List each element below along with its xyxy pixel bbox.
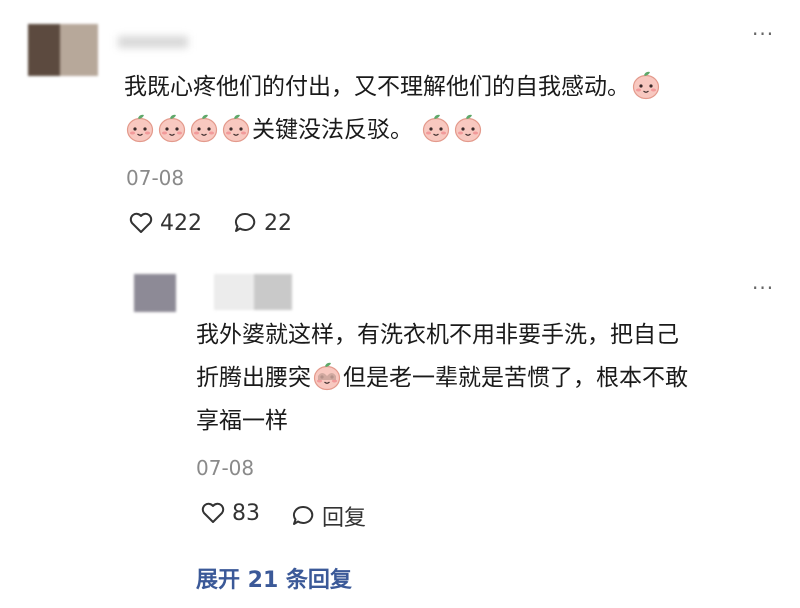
expand-replies-link[interactable]: 展开 21 条回复 xyxy=(196,562,352,594)
peach-face-emoji xyxy=(454,114,482,143)
avatar-block-dark xyxy=(28,24,60,76)
like-count: 422 xyxy=(160,210,202,236)
peach-face-emoji xyxy=(126,114,154,143)
reply-like-button[interactable]: 83 xyxy=(200,500,260,526)
avatar[interactable] xyxy=(28,24,98,76)
comment-text: 我既心疼他们的付出，又不理解他们的自我感动。 关键没法反驳。 xyxy=(124,66,784,152)
comment-bubble-icon xyxy=(292,505,314,525)
comment-date: 07-08 xyxy=(126,166,185,190)
heart-icon xyxy=(201,502,225,523)
peach-face-emoji xyxy=(158,114,186,143)
reply-more-dots-icon[interactable]: ··· xyxy=(752,276,774,300)
reply-button[interactable]: 回复 xyxy=(290,500,366,532)
reply-text-line2a: 折腾出腰突 xyxy=(196,365,311,391)
comment-bubble-icon xyxy=(234,212,256,232)
name-block-light xyxy=(214,274,254,310)
peach-face-emoji xyxy=(632,71,660,100)
peach-face-emoji xyxy=(222,114,250,143)
reply-like-count: 83 xyxy=(232,500,260,526)
reply-text-line2b: 但是老一辈就是苦惯了，根本不敢 xyxy=(343,365,688,391)
avatar-block-light xyxy=(60,24,98,76)
reply-label: 回复 xyxy=(322,506,367,531)
cover-face-emoji xyxy=(313,362,341,391)
reply-count: 22 xyxy=(264,210,292,236)
peach-face-emoji xyxy=(190,114,218,143)
reply-text: 我外婆就这样，有洗衣机不用非要手洗，把自己 折腾出腰突 但是老一辈就是苦惯了，根… xyxy=(196,314,786,443)
reply-username-blurred[interactable] xyxy=(214,274,292,310)
name-block-gray xyxy=(254,274,292,310)
peach-face-emoji xyxy=(422,114,450,143)
reply-text-line1: 我外婆就这样，有洗衣机不用非要手洗，把自己 xyxy=(196,322,679,348)
comment-text-part1: 我既心疼他们的付出，又不理解他们的自我感动。 xyxy=(124,74,630,100)
reply-date: 07-08 xyxy=(196,456,255,480)
comment-text-part2: 关键没法反驳。 xyxy=(252,117,413,143)
username-blurred[interactable] xyxy=(118,36,188,48)
reply-count-button[interactable]: 22 xyxy=(232,210,292,236)
reply-text-line3: 享福一样 xyxy=(196,408,288,434)
reply-avatar[interactable] xyxy=(134,274,176,312)
more-dots-icon[interactable]: ··· xyxy=(752,22,774,46)
heart-icon xyxy=(129,212,153,233)
like-button[interactable]: 422 xyxy=(128,210,202,236)
